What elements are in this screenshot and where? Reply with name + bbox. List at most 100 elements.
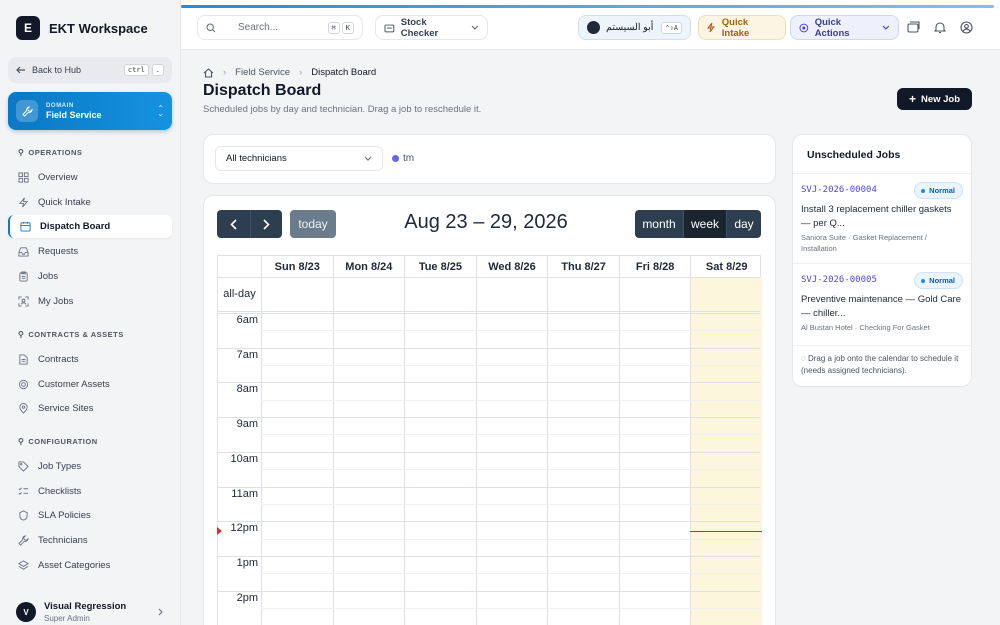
breadcrumb: › Field Service › Dispatch Board [203,67,376,78]
hour-line [218,521,760,523]
job-title: Install 3 replacement chiller gaskets — … [801,204,952,229]
half-hour-line [261,399,760,401]
sidebar-item-contracts[interactable]: Contracts [8,348,172,371]
tag-icon [18,461,29,472]
day-header[interactable]: Wed 8/26 [475,256,548,277]
breadcrumb-link[interactable]: Field Service [235,67,290,78]
sidebar-item-jobs[interactable]: Jobs [8,265,172,288]
next-week-button[interactable] [250,210,282,238]
sidebar-item-label: SLA Policies [38,510,91,522]
prev-week-button[interactable] [217,210,250,238]
grid-divider [218,311,760,312]
day-header[interactable]: Sun 8/23 [261,256,333,277]
shortcut-key: . [151,64,164,76]
back-to-hub-label: Back to Hub [32,65,82,75]
user-target-icon [18,295,29,307]
all-day-label: all-day [223,288,256,300]
shortcut-key: ⌃⇧A [661,21,682,34]
priority-dot [921,188,926,193]
sidebar-item-label: Requests [38,246,79,258]
user-role: Super Admin [44,614,90,623]
quick-actions-label: Quick Actions [814,16,850,39]
sidebar-item-requests[interactable]: Requests [8,240,172,263]
sidebar-item-checklists[interactable]: Checklists [8,480,172,503]
day-header[interactable]: Mon 8/24 [332,256,405,277]
sidebar-item-label: Dispatch Board [40,221,111,233]
breadcrumb-separator: › [299,67,303,78]
brand[interactable]: E EKT Workspace [16,16,148,40]
job-code[interactable]: SVJ-2026-00005 [801,275,877,285]
domain-switcher[interactable]: DOMAIN Field Service ⌃ ⌄ [8,92,172,130]
now-indicator-line [690,531,762,533]
search-placeholder: Search... [238,22,279,33]
sidebar-item-asset-categories[interactable]: Asset Categories [8,554,172,577]
day-header[interactable]: Fri 8/28 [618,256,691,277]
hour-line [218,486,760,488]
sidebar-item-customer-assets[interactable]: Customer Assets [8,373,172,396]
sidebar-item-sla-policies[interactable]: SLA Policies [8,504,172,527]
sidebar-item-job-types[interactable]: Job Types [8,455,172,478]
half-hour-line [261,573,760,575]
view-month-button[interactable]: month [635,210,683,238]
today-button[interactable]: today [290,210,336,238]
shield-icon [18,510,29,521]
chevron-down-icon [364,156,372,161]
day-header[interactable]: Tue 8/25 [404,256,476,277]
job-code[interactable]: SVJ-2026-00004 [801,185,877,195]
page-scrollbar[interactable] [994,50,1000,625]
sidebar-item-quick-intake[interactable]: Quick Intake [8,191,172,214]
global-search[interactable]: Search... ⌘ K [197,15,363,40]
sidebar-item-label: My Jobs [38,295,74,307]
half-hour-line [261,503,760,505]
half-hour-line [261,365,760,367]
brand-name: EKT Workspace [49,20,148,36]
plus-icon: + [908,92,916,106]
sidebar-item-technicians[interactable]: Technicians [8,529,172,552]
time-label: 1pm [236,556,258,569]
section-icon: ⚲ [18,437,25,446]
week-grid[interactable]: Sun 8/23 Mon 8/24 Tue 8/25 Wed 8/26 Thu 8/27… [217,255,762,625]
sidebar-item-label: Overview [38,172,78,183]
day-header[interactable]: Thu 8/27 [547,256,619,277]
job-title: Preventive maintenance — Gold Care — chi… [801,294,961,319]
calendar-icon [20,221,31,232]
technician-select[interactable]: All technicians [215,146,383,171]
lightning-icon [18,197,29,208]
user-chip[interactable]: أبو السيستم ⌃⇧A [578,15,691,40]
window-icon[interactable] [906,20,920,34]
hour-line [218,451,760,453]
account-icon[interactable] [959,20,973,34]
technician-select-value: All technicians [226,153,287,164]
inbox-icon [18,246,29,257]
view-week-button[interactable]: week [683,210,726,238]
home-icon[interactable] [203,67,214,78]
quick-actions-button[interactable]: Quick Actions [790,15,899,40]
new-job-button[interactable]: + New Job [897,88,972,110]
grid-divider [218,313,760,314]
app-select[interactable]: Stock Checker [375,15,488,40]
quick-intake-button[interactable]: Quick Intake [698,15,786,40]
sidebar-item-label: Job Types [38,461,82,472]
sidebar-item-my-jobs[interactable]: My Jobs [8,290,172,313]
arrow-left-icon [16,66,25,74]
user-menu[interactable]: V Visual Regression Super Admin [8,597,172,625]
unscheduled-job-card[interactable]: SVJ-2026-00004 Normal Install 3 replacem… [793,173,971,263]
section-title-label: CONFIGURATION [28,437,98,446]
back-to-hub-button[interactable]: Back to Hub ctrl . [8,57,172,83]
section-title: ⚲ OPERATIONS [18,148,82,157]
calendar-title: Aug 23 – 29, 2026 [404,211,568,233]
domain-value: Field Service [46,109,102,120]
sidebar-item-dispatch-board[interactable]: Dispatch Board [8,215,172,239]
sidebar-item-service-sites[interactable]: Service Sites [8,397,172,420]
brand-logo: E [16,16,40,40]
clipboard-icon [18,271,29,282]
chevron-down-icon [471,25,479,30]
box-icon [384,24,395,32]
section-title-label: OPERATIONS [28,148,83,157]
sidebar-item-overview[interactable]: Overview [8,166,172,189]
bell-icon[interactable] [933,20,947,34]
day-header[interactable]: Sat 8/29 [690,256,762,277]
hour-line [218,347,760,349]
unscheduled-job-card[interactable]: SVJ-2026-00005 Normal Preventive mainten… [793,263,971,345]
view-day-button[interactable]: day [726,210,761,238]
